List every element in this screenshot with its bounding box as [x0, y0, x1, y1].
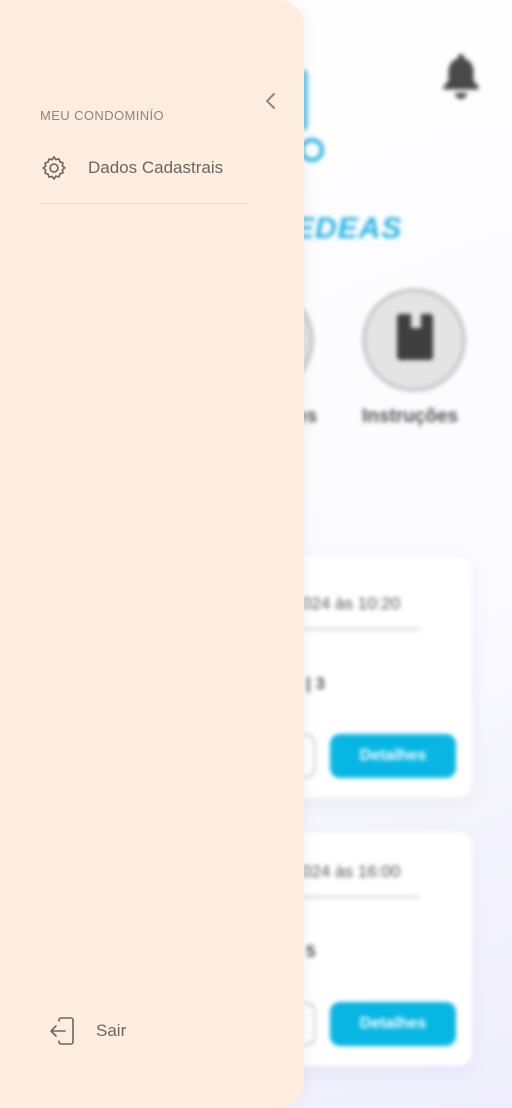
- bell-icon[interactable]: [440, 52, 482, 100]
- brand-text: EDEAS: [294, 212, 403, 245]
- card-date: 024 às 10:20: [302, 594, 401, 613]
- logout-icon: [50, 1017, 74, 1045]
- menu-divider: [40, 203, 248, 204]
- details-button[interactable]: Detalhes: [330, 1002, 456, 1046]
- card-divider: [302, 628, 420, 630]
- side-drawer: MEU CONDOMINÍO Dados Cadastrais Sair: [0, 0, 304, 1108]
- shortcut-label-instructions: Instruções: [362, 406, 459, 427]
- collapse-drawer-button[interactable]: [258, 88, 284, 114]
- card-code: 5: [306, 942, 316, 961]
- menu-item-label: Dados Cadastrais: [88, 158, 224, 177]
- book-icon: [397, 312, 433, 360]
- section-title: MEU CONDOMINÍO: [40, 108, 165, 123]
- logout-button[interactable]: Sair: [48, 1014, 126, 1048]
- card-date: 024 às 16:00: [302, 862, 401, 881]
- gear-icon: [42, 156, 66, 180]
- logout-label: Sair: [96, 1021, 127, 1040]
- menu-item-dados-cadastrais[interactable]: Dados Cadastrais: [40, 150, 250, 186]
- details-button[interactable]: Detalhes: [330, 734, 456, 778]
- card-code: | 3: [306, 674, 325, 693]
- card-divider: [302, 896, 420, 898]
- chevron-left-icon: [266, 93, 275, 109]
